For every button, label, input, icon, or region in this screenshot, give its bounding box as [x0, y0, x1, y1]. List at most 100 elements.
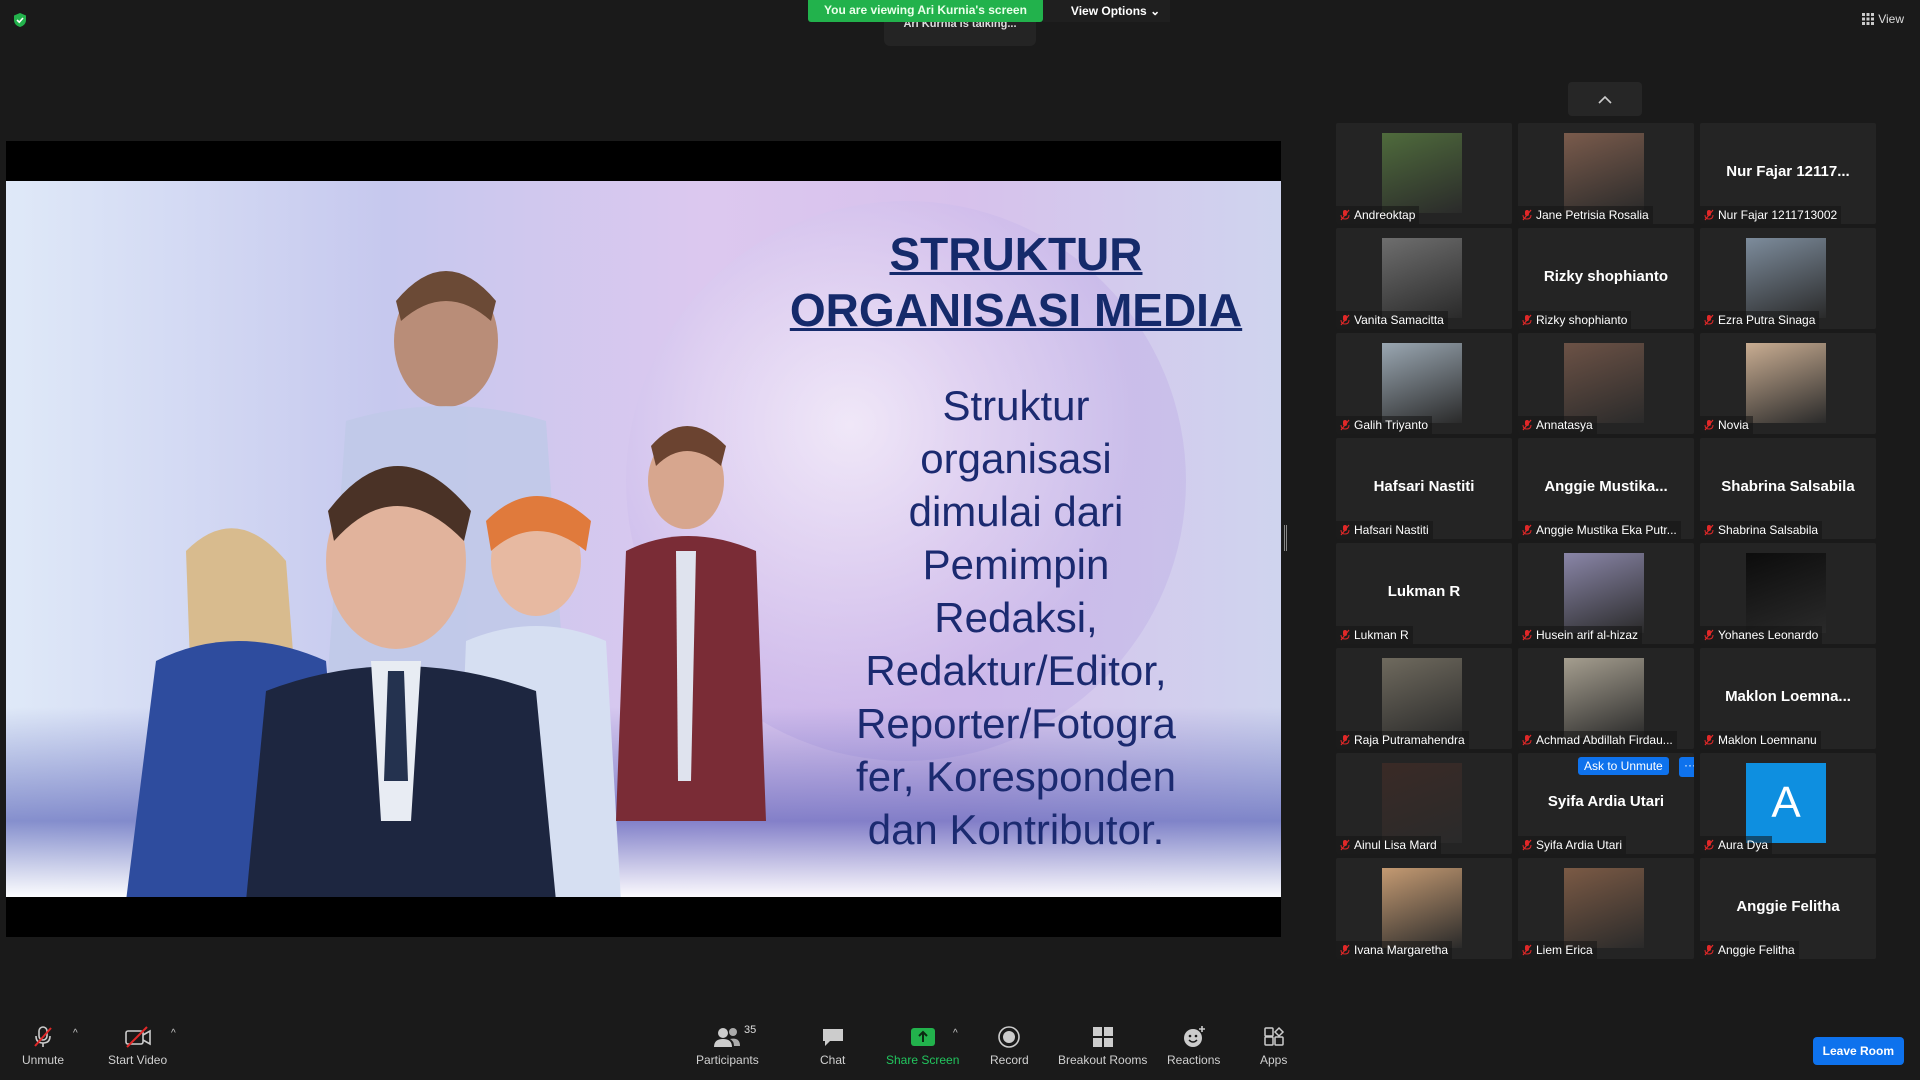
participant-video — [1382, 238, 1462, 318]
participant-tile[interactable]: Yohanes Leonardo — [1700, 543, 1876, 644]
microphone-muted-icon — [1522, 524, 1532, 536]
participant-name: Galih Triyanto — [1354, 418, 1429, 432]
participant-name: Husein arif al-hizaz — [1536, 628, 1639, 642]
participant-name-label: Jane Petrisia Rosalia — [1518, 206, 1653, 224]
participant-display-name: Anggie Mustika... — [1544, 478, 1668, 495]
participant-name: Maklon Loemnanu — [1718, 733, 1817, 747]
participant-tile[interactable]: Maklon Loemna... Maklon Loemnanu — [1700, 648, 1876, 749]
participant-tile[interactable]: Lukman R Lukman R — [1336, 543, 1512, 644]
view-options-button[interactable]: View Options ⌄ — [1042, 0, 1171, 22]
participant-name-label: Ivana Margaretha — [1336, 941, 1453, 959]
microphone-muted-icon — [1704, 209, 1714, 221]
participant-tile[interactable]: Achmad Abdillah Firdau... — [1518, 648, 1694, 749]
chat-button[interactable]: Chat — [820, 1024, 845, 1067]
participant-tile[interactable]: Anggie Mustika... Anggie Mustika Eka Putr… — [1518, 438, 1694, 539]
record-icon — [998, 1026, 1021, 1048]
participant-tile[interactable]: Nur Fajar 12117... Nur Fajar 1211713002 — [1700, 123, 1876, 224]
start-video-button[interactable]: Start Video — [108, 1024, 167, 1067]
participant-tile[interactable]: Vanita Samacitta — [1336, 228, 1512, 329]
participant-display-name: Shabrina Salsabila — [1721, 478, 1855, 495]
participant-name: Shabrina Salsabila — [1718, 523, 1819, 537]
participant-tile[interactable]: Annatasya — [1518, 333, 1694, 434]
participant-tile[interactable]: Galih Triyanto — [1336, 333, 1512, 434]
participant-tile[interactable]: Andreoktap — [1336, 123, 1512, 224]
view-button-label: View — [1878, 12, 1904, 26]
participant-name: Raja Putramahendra — [1354, 733, 1465, 747]
participant-name: Novia — [1718, 418, 1749, 432]
microphone-muted-icon — [1522, 419, 1532, 431]
microphone-muted-icon — [1704, 629, 1714, 641]
ask-to-unmute-button[interactable]: Ask to Unmute — [1578, 757, 1669, 775]
participant-name-label: Aura Dya — [1700, 836, 1773, 854]
record-button[interactable]: Record — [990, 1024, 1029, 1067]
share-options-caret-icon[interactable]: ^ — [953, 1028, 958, 1039]
participant-name: Annatasya — [1536, 418, 1593, 432]
chevron-down-icon: ⌄ — [1150, 4, 1161, 18]
participant-video — [1382, 343, 1462, 423]
participant-display-name: Lukman R — [1387, 583, 1461, 600]
participant-tile[interactable]: Raja Putramahendra — [1336, 648, 1512, 749]
participant-name: Ivana Margaretha — [1354, 943, 1449, 957]
participant-tile[interactable]: Liem Erica — [1518, 858, 1694, 959]
participant-name-label: Shabrina Salsabila — [1700, 521, 1823, 539]
participant-tile[interactable]: Shabrina Salsabila Shabrina Salsabila — [1700, 438, 1876, 539]
participant-name-label: Raja Putramahendra — [1336, 731, 1469, 749]
gallery-prev-page-button[interactable] — [1568, 82, 1642, 116]
resize-handle[interactable] — [1284, 525, 1287, 551]
share-screen-icon — [910, 1028, 935, 1046]
participant-name-label: Liem Erica — [1518, 941, 1597, 959]
slide-body-line: Struktur — [942, 382, 1090, 429]
participant-tile[interactable]: Novia — [1700, 333, 1876, 434]
video-options-caret-icon[interactable]: ^ — [171, 1028, 176, 1039]
microphone-muted-icon — [1704, 314, 1714, 326]
participant-tile[interactable]: Jane Petrisia Rosalia — [1518, 123, 1694, 224]
participant-tile[interactable]: Ainul Lisa Mard — [1336, 753, 1512, 854]
apps-button[interactable]: Apps — [1260, 1024, 1287, 1067]
participant-tile[interactable]: Hafsari Nastiti Hafsari Nastiti — [1336, 438, 1512, 539]
screen-share-banner: You are viewing Ari Kurnia's screen View… — [808, 0, 1171, 22]
participant-name: Liem Erica — [1536, 943, 1593, 957]
participant-tile[interactable]: Syifa Ardia Utari Ask to Unmute ··· Syifa A… — [1518, 753, 1694, 854]
participant-tile[interactable]: Ivana Margaretha — [1336, 858, 1512, 959]
participant-video — [1382, 763, 1462, 843]
participant-display-name: Syifa Ardia Utari — [1547, 793, 1665, 810]
participant-name: Jane Petrisia Rosalia — [1536, 208, 1649, 222]
more-options-button[interactable]: ··· — [1679, 757, 1694, 777]
participant-name: Anggie Felitha — [1718, 943, 1795, 957]
slide-body-line: Pemimpin — [922, 541, 1110, 588]
participant-tile[interactable]: A Aura Dya — [1700, 753, 1876, 854]
participant-tile[interactable]: Ezra Putra Sinaga — [1700, 228, 1876, 329]
share-screen-button[interactable]: Share Screen — [886, 1024, 959, 1067]
start-video-label: Start Video — [108, 1053, 168, 1067]
participant-video — [1382, 868, 1462, 948]
view-button[interactable]: View — [1862, 12, 1904, 26]
audio-options-caret-icon[interactable]: ^ — [73, 1028, 78, 1039]
slide-title: STRUKTUR ORGANISASI MEDIA — [766, 226, 1266, 338]
slide-body-text: Struktur organisasi dimulai dari Pemimpin Re… — [806, 379, 1226, 856]
participants-count: 35 — [744, 1024, 757, 1036]
participant-display-name: Nur Fajar 12117... — [1726, 163, 1850, 180]
apps-label: Apps — [1260, 1053, 1288, 1067]
participant-video — [1382, 133, 1462, 213]
participant-name-label: Ainul Lisa Mard — [1336, 836, 1441, 854]
microphone-muted-icon — [1522, 209, 1532, 221]
participant-display-name: Anggie Felitha — [1736, 898, 1840, 915]
unmute-button[interactable]: Unmute — [22, 1024, 64, 1067]
participant-tile[interactable]: Rizky shophianto Rizky shophianto — [1518, 228, 1694, 329]
participant-name-label: Annatasya — [1518, 416, 1597, 434]
participant-tile[interactable]: Anggie Felitha Anggie Felitha — [1700, 858, 1876, 959]
reactions-button[interactable]: Reactions — [1167, 1024, 1220, 1067]
participant-tile[interactable]: Husein arif al-hizaz — [1518, 543, 1694, 644]
slide-title-line-1: STRUKTUR — [889, 228, 1143, 280]
breakout-rooms-button[interactable]: Breakout Rooms — [1058, 1024, 1147, 1067]
shared-screen[interactable]: STRUKTUR ORGANISASI MEDIA Struktur organi… — [6, 141, 1281, 937]
participant-video — [1564, 868, 1644, 948]
participant-name-label: Maklon Loemnanu — [1700, 731, 1821, 749]
participant-name: Andreoktap — [1354, 208, 1416, 222]
microphone-muted-icon — [1340, 419, 1350, 431]
participant-video — [1564, 133, 1644, 213]
participant-name-label: Novia — [1700, 416, 1753, 434]
participant-name: Nur Fajar 1211713002 — [1718, 208, 1838, 222]
leave-room-button[interactable]: Leave Room — [1812, 1037, 1904, 1065]
shield-icon[interactable] — [12, 12, 28, 28]
